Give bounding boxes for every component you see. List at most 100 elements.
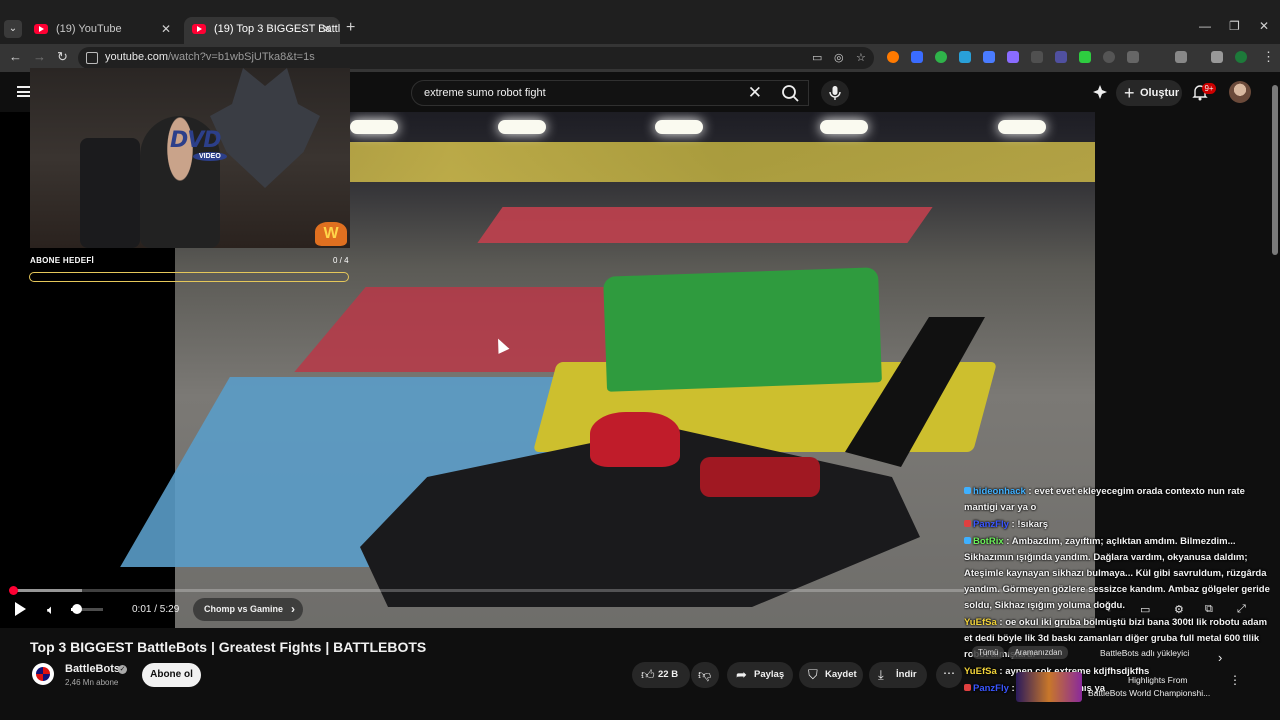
forward-arrow-icon[interactable]: →	[33, 49, 46, 64]
eye-off-icon[interactable]: ◎	[834, 51, 844, 64]
create-button[interactable]: + Oluştur	[1116, 80, 1182, 106]
subscribe-button[interactable]: Abone ol	[142, 663, 201, 687]
arena-light	[820, 120, 868, 134]
volume-icon[interactable]: 🔈︎	[47, 602, 55, 618]
filter-tab-all[interactable]: Tümü	[972, 646, 1005, 659]
account-avatar[interactable]	[1229, 81, 1251, 103]
thumbs-down-icon: 👎︎	[698, 667, 712, 682]
progress-scrubber[interactable]	[9, 586, 18, 595]
cast-icon[interactable]: ▭	[812, 51, 822, 64]
menu-hamburger-icon[interactable]	[17, 86, 31, 97]
download-icon: ⤓	[878, 667, 884, 682]
extension-icon[interactable]	[983, 51, 995, 63]
reload-icon[interactable]: ↻	[57, 49, 68, 65]
profile-icon[interactable]	[1235, 51, 1247, 63]
channel-name[interactable]: BattleBots	[65, 663, 120, 675]
new-tab-icon[interactable]: +	[346, 19, 355, 37]
search-query: extreme sumo robot fight	[424, 87, 546, 99]
restore-icon[interactable]: ❐	[1229, 19, 1240, 33]
download-label: İndir	[896, 669, 917, 680]
chat-message: BotRix : Ambazdım, zayıftım; açlıktan am…	[964, 536, 1270, 611]
close-tab-icon[interactable]: ✕	[322, 17, 332, 41]
save-button[interactable]: ⛉ Kaydet	[799, 662, 863, 688]
chevron-right-icon[interactable]: ›	[1218, 650, 1222, 665]
subscriber-count: 2,46 Mn abone	[65, 678, 119, 687]
arena-light	[350, 120, 398, 134]
play-icon[interactable]	[15, 602, 26, 616]
channel-avatar[interactable]	[32, 663, 54, 685]
window-close-icon[interactable]: ✕	[1259, 19, 1269, 33]
volume-knob[interactable]	[72, 604, 82, 614]
like-count: 22 B	[658, 669, 679, 680]
extension-icon[interactable]	[935, 51, 947, 63]
extension-icon[interactable]	[1103, 51, 1115, 63]
time-display: 0:01 / 5:29	[132, 604, 180, 615]
close-tab-icon[interactable]: ✕	[161, 17, 171, 41]
spark-icon[interactable]	[1092, 84, 1108, 100]
robot-red-panel	[700, 457, 820, 497]
back-arrow-icon[interactable]: ←	[9, 49, 22, 64]
browser-tab-video[interactable]: (19) Top 3 BIGGEST BattleBots | ✕	[184, 17, 340, 44]
stream-logo-icon: W	[315, 222, 347, 246]
site-info-icon[interactable]	[86, 52, 98, 64]
chat-text: !sıkarş	[1017, 519, 1048, 530]
extension-icon[interactable]	[1007, 51, 1019, 63]
extension-icon[interactable]	[1055, 51, 1067, 63]
search-input[interactable]: extreme sumo robot fight ✕	[411, 80, 809, 106]
clear-search-icon[interactable]: ✕	[748, 83, 762, 103]
suggestion-menu-icon[interactable]: ⋮	[1229, 673, 1241, 687]
chat-username: BotRix	[973, 536, 1004, 547]
download-button[interactable]: ⤓ İndir	[869, 662, 927, 688]
url-text: youtube.com/watch?v=b1wbSjUTka8&t=1s	[105, 51, 315, 63]
dislike-button[interactable]: 👎︎	[691, 662, 719, 688]
chapter-button[interactable]: Chomp vs Gamine	[193, 598, 304, 621]
extension-icon[interactable]	[1127, 51, 1139, 63]
chat-badge-icon	[964, 487, 971, 494]
chat-username: PanzFly	[973, 519, 1009, 530]
voice-search-button[interactable]	[821, 80, 849, 106]
extension-icon[interactable]	[1079, 51, 1091, 63]
scrollbar-thumb[interactable]	[1272, 85, 1278, 255]
thumbs-up-icon: 👍︎	[641, 667, 655, 682]
share-button[interactable]: ➦ Paylaş	[727, 662, 793, 688]
media-control-icon[interactable]	[1211, 51, 1223, 63]
browser-menu-icon[interactable]: ⋮	[1262, 49, 1275, 65]
notification-badge: 9+	[1202, 83, 1216, 94]
browser-tab-strip: ⌄ (19) YouTube ✕ (19) Top 3 BIGGEST Batt…	[0, 0, 1280, 44]
bookmark-star-icon[interactable]: ☆	[856, 51, 866, 64]
suggested-video-title[interactable]: Highlights From BattleBots World Champio…	[1088, 674, 1210, 700]
chat-username: YuEfSa	[964, 617, 997, 628]
url-domain: youtube.com	[105, 51, 168, 63]
browser-tab-youtube[interactable]: (19) YouTube ✕	[26, 17, 179, 44]
suggested-video-thumbnail[interactable]	[1016, 672, 1082, 702]
minimize-icon[interactable]: —	[1199, 19, 1211, 33]
plus-icon: +	[1124, 83, 1135, 103]
progress-bar[interactable]	[10, 589, 1095, 592]
search-button[interactable]	[771, 81, 809, 105]
youtube-favicon-icon	[34, 24, 48, 34]
tab-search-button[interactable]: ⌄	[4, 20, 22, 38]
like-button[interactable]: 👍︎ 22 B	[632, 662, 690, 688]
streamer-webcam: DVD VIDEO	[30, 68, 350, 248]
extension-icon[interactable]	[1031, 51, 1043, 63]
more-actions-icon[interactable]: ⋯	[936, 662, 962, 688]
youtube-favicon-icon	[192, 24, 206, 34]
chat-username: PanzFly	[973, 683, 1009, 694]
extension-icon[interactable]	[887, 51, 899, 63]
address-bar[interactable]: youtube.com/watch?v=b1wbSjUTka8&t=1s ▭ ◎…	[78, 47, 874, 69]
arena-floor-stripe	[477, 207, 933, 243]
extension-icon[interactable]	[911, 51, 923, 63]
suggestion-filter-tabs: Tümü Aramanızdan	[972, 646, 1072, 659]
verified-check-icon: ✓	[118, 665, 127, 674]
microphone-icon	[829, 86, 841, 100]
extension-icon[interactable]	[959, 51, 971, 63]
extensions-puzzle-icon[interactable]	[1175, 51, 1187, 63]
subscriber-goal-bar	[29, 272, 349, 282]
wall-decoration	[210, 68, 320, 188]
arena-light	[498, 120, 546, 134]
arena-light	[655, 120, 703, 134]
arena-light	[998, 120, 1046, 134]
filter-tab-from-search[interactable]: Aramanızdan	[1008, 646, 1069, 659]
share-label: Paylaş	[754, 669, 785, 680]
filter-tab-uploader[interactable]: BattleBots adlı yükleyici	[1100, 648, 1189, 658]
